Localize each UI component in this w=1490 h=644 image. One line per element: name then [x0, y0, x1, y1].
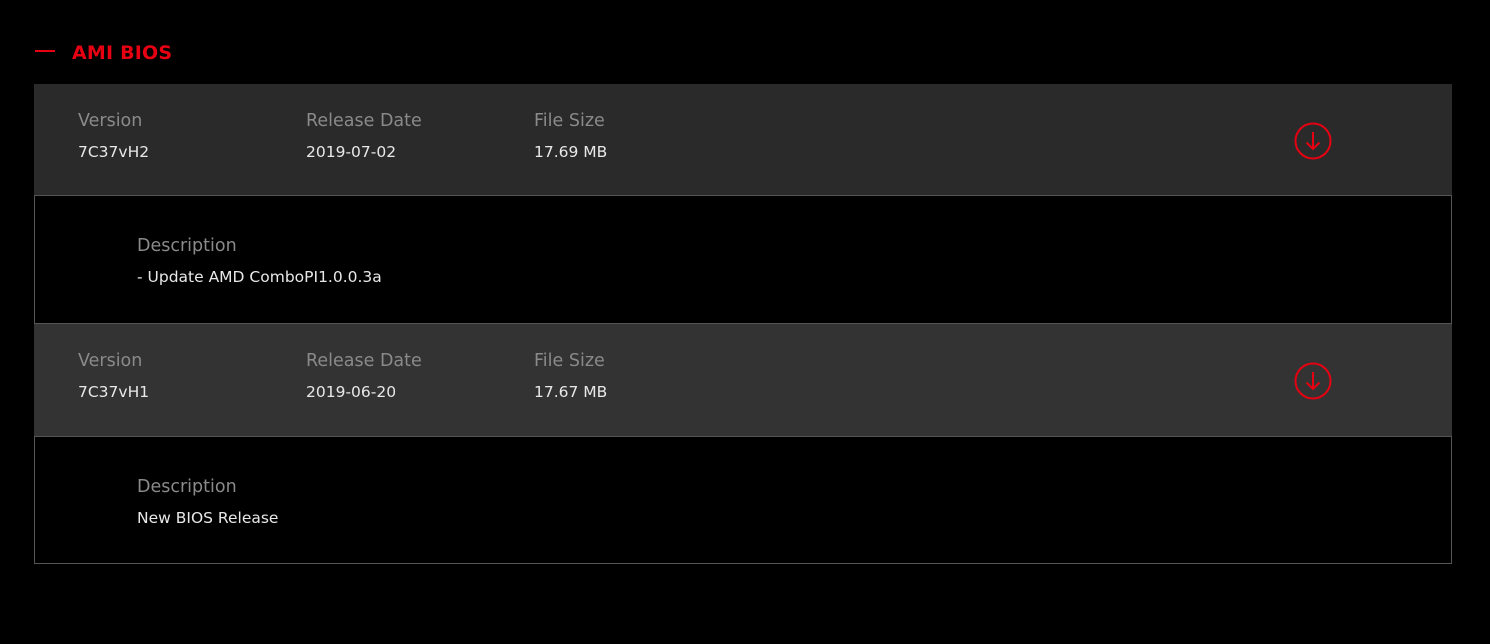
- download-arrow-icon: [1294, 362, 1332, 400]
- section-header-ami-bios[interactable]: AMI BIOS: [35, 38, 172, 68]
- description-text: New BIOS Release: [137, 509, 279, 527]
- description-panel: Description New BIOS Release: [34, 436, 1452, 564]
- download-button[interactable]: [1294, 362, 1332, 400]
- version-label: Version: [78, 351, 143, 371]
- bios-list: Version 7C37vH2 Release Date 2019-07-02 …: [34, 84, 1452, 564]
- release-date-value: 2019-07-02: [306, 143, 397, 161]
- description-panel: Description - Update AMD ComboPI1.0.0.3a: [34, 195, 1452, 324]
- file-size-column: File Size 17.67 MB: [534, 350, 607, 402]
- version-column: Version 7C37vH1: [78, 350, 149, 402]
- version-label: Version: [78, 111, 143, 131]
- description-label: Description: [137, 236, 237, 256]
- description-block: Description New BIOS Release: [137, 476, 278, 528]
- release-date-value: 2019-06-20: [306, 383, 397, 401]
- section-title: AMI BIOS: [72, 42, 173, 64]
- release-date-column: Release Date 2019-06-20: [306, 350, 422, 402]
- bios-entry-header: Version 7C37vH2 Release Date 2019-07-02 …: [34, 84, 1452, 195]
- file-size-label: File Size: [534, 351, 605, 371]
- bios-entry-header: Version 7C37vH1 Release Date 2019-06-20 …: [34, 324, 1452, 436]
- release-date-label: Release Date: [306, 111, 422, 131]
- download-button[interactable]: [1294, 122, 1332, 160]
- version-column: Version 7C37vH2: [78, 110, 149, 162]
- download-arrow-icon: [1294, 122, 1332, 160]
- description-block: Description - Update AMD ComboPI1.0.0.3a: [137, 235, 382, 287]
- version-value: 7C37vH2: [78, 143, 150, 161]
- file-size-label: File Size: [534, 111, 605, 131]
- release-date-label: Release Date: [306, 351, 422, 371]
- file-size-column: File Size 17.69 MB: [534, 110, 607, 162]
- description-label: Description: [137, 477, 237, 497]
- file-size-value: 17.67 MB: [534, 383, 608, 401]
- description-text: - Update AMD ComboPI1.0.0.3a: [137, 268, 382, 286]
- file-size-value: 17.69 MB: [534, 143, 608, 161]
- version-value: 7C37vH1: [78, 383, 150, 401]
- minus-icon[interactable]: [35, 50, 55, 52]
- release-date-column: Release Date 2019-07-02: [306, 110, 422, 162]
